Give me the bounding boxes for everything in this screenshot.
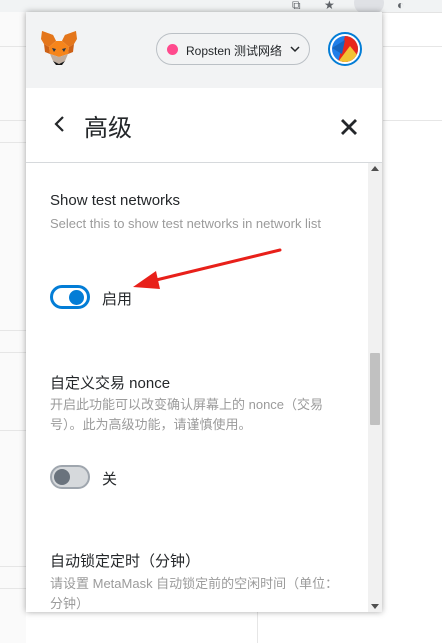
account-avatar[interactable] bbox=[328, 32, 362, 66]
setting-title-auto-lock: 自动锁定定时（分钟） bbox=[50, 553, 201, 570]
toggle-knob bbox=[54, 469, 70, 485]
settings-content: Show test networks Select this to show t… bbox=[26, 163, 368, 612]
background-divider bbox=[0, 120, 26, 121]
network-status-dot bbox=[167, 44, 178, 55]
background-divider bbox=[383, 46, 442, 47]
background-divider bbox=[0, 142, 26, 143]
scroll-down-arrow-icon[interactable] bbox=[371, 604, 379, 609]
background-divider bbox=[0, 588, 26, 589]
scrollbar[interactable] bbox=[368, 163, 382, 612]
network-label: Ropsten 测试网络 bbox=[186, 44, 283, 58]
translate-icon[interactable]: ⧉ bbox=[292, 0, 301, 11]
background-divider bbox=[383, 120, 442, 121]
fox-logo-icon[interactable] bbox=[40, 30, 78, 66]
chevron-down-icon bbox=[290, 46, 300, 53]
setting-description: 开启此功能可以改变确认屏幕上的 nonce（交易号）。此为高级功能，请谨慎使用。 bbox=[50, 397, 324, 432]
background-divider bbox=[0, 46, 26, 47]
background-divider bbox=[0, 430, 26, 431]
scroll-up-arrow-icon[interactable] bbox=[371, 166, 379, 171]
extension-icon[interactable]: ◐ bbox=[397, 0, 404, 11]
scrollbar-thumb[interactable] bbox=[370, 353, 380, 425]
app-header: Ropsten 测试网络 bbox=[26, 12, 382, 88]
setting-description: 请设置 MetaMask 自动锁定前的空闲时间（单位：分钟） bbox=[50, 576, 339, 611]
background-divider bbox=[0, 566, 26, 567]
bookmark-star-icon[interactable]: ★ bbox=[324, 0, 335, 11]
toggle-knob bbox=[69, 290, 84, 305]
metamask-popup: Ropsten 测试网络 高级 Show test networks Selec bbox=[26, 12, 382, 612]
settings-header: 高级 bbox=[26, 88, 382, 163]
close-icon[interactable] bbox=[338, 116, 360, 138]
toggle-label-off: 关 bbox=[102, 471, 118, 488]
setting-description: Select this to show test networks in net… bbox=[50, 216, 321, 231]
show-test-networks-toggle[interactable] bbox=[50, 285, 90, 309]
identicon bbox=[332, 36, 358, 62]
background-divider bbox=[257, 611, 258, 643]
toggle-label-on: 启用 bbox=[102, 291, 133, 308]
background-page bbox=[0, 12, 26, 643]
background-divider bbox=[0, 330, 26, 331]
custom-nonce-toggle[interactable] bbox=[50, 465, 90, 489]
setting-title-show-test-networks: Show test networks bbox=[50, 192, 181, 209]
network-selector-button[interactable]: Ropsten 测试网络 bbox=[156, 33, 310, 65]
background-divider bbox=[0, 352, 26, 353]
page-title: 高级 bbox=[84, 115, 132, 142]
setting-title-custom-nonce: 自定义交易 nonce bbox=[50, 375, 171, 392]
back-arrow-icon[interactable] bbox=[50, 112, 70, 136]
